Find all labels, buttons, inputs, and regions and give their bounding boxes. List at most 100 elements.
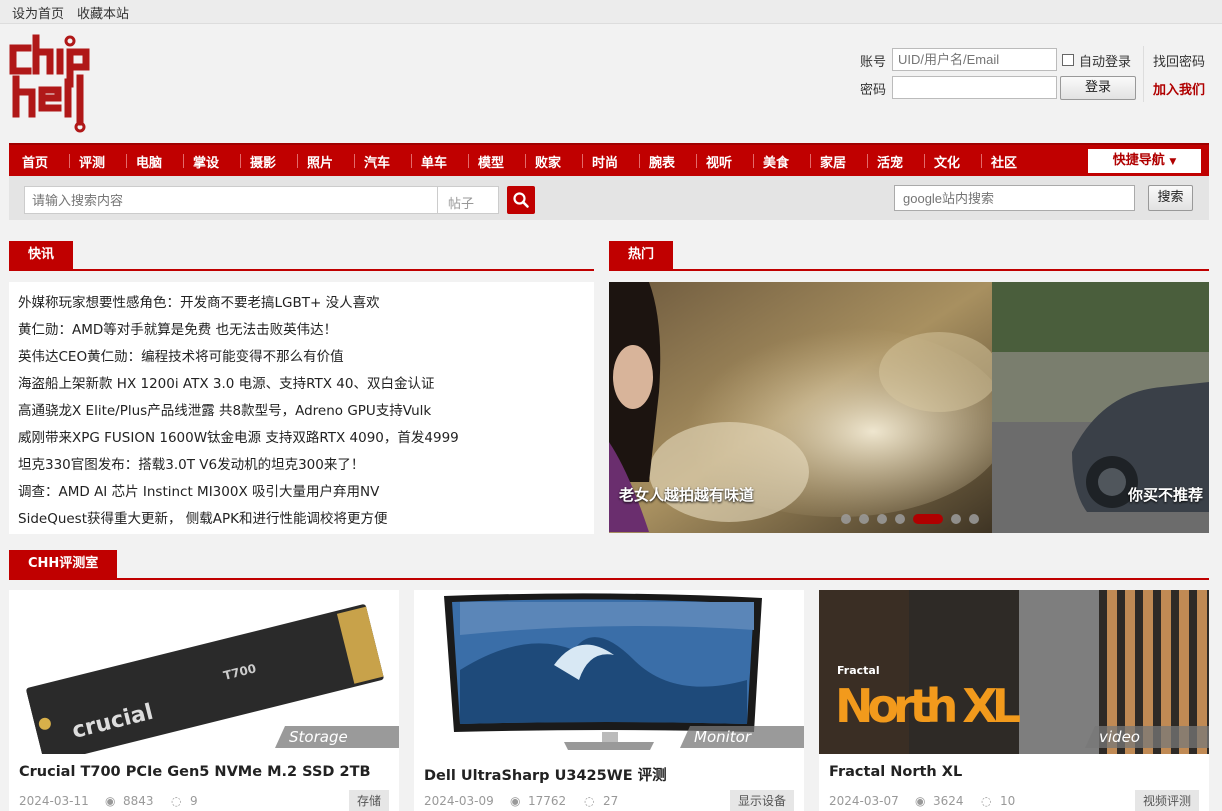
- quick-nav-button[interactable]: 快捷导航 ▼: [1088, 149, 1201, 173]
- news-item[interactable]: 外媒称玩家想要性感角色：开发商不要老搞LGBT+ 没人喜欢: [18, 291, 380, 311]
- google-search-button[interactable]: 搜索: [1148, 185, 1193, 211]
- nav-item[interactable]: 掌设: [193, 152, 219, 171]
- nav-item[interactable]: 腕表: [649, 152, 675, 171]
- site-logo[interactable]: [8, 34, 94, 134]
- review-card[interactable]: Fractal North XL video Fractal North XL …: [819, 590, 1209, 811]
- search-bar: 帖子 搜索: [9, 176, 1209, 220]
- nav-separator: [639, 154, 640, 168]
- news-item[interactable]: SideQuest获得重大更新， 侧载APK和进行性能调校将更方便: [18, 507, 388, 527]
- nav-item[interactable]: 家居: [820, 152, 846, 171]
- set-home-link[interactable]: 设为首页: [12, 3, 64, 22]
- card-title[interactable]: Dell UltraSharp U3425WE 评测: [424, 764, 667, 785]
- hot-header: 热门: [609, 241, 1209, 271]
- news-title: 快讯: [9, 241, 74, 269]
- slide-car[interactable]: 你买不推荐: [992, 282, 1209, 533]
- auto-login-label: 自动登录: [1079, 55, 1132, 70]
- card-views: 3624: [933, 794, 964, 808]
- card-category[interactable]: 存储: [348, 790, 389, 811]
- slider-dot[interactable]: [913, 514, 943, 524]
- review-card[interactable]: Monitor Dell UltraSharp U3425WE 评测 2024-…: [414, 590, 804, 811]
- hot-title: 热门: [609, 241, 674, 269]
- nav-separator: [867, 154, 868, 168]
- search-button[interactable]: [507, 186, 535, 214]
- join-link[interactable]: 加入我们: [1153, 79, 1205, 98]
- nav-item[interactable]: 照片: [307, 152, 333, 171]
- news-item[interactable]: 威刚带来XPG FUSION 1600W钛金电源 支持双路RTX 4090，首发…: [18, 426, 459, 446]
- login-button[interactable]: 登录: [1060, 76, 1136, 100]
- password-label: 密码: [860, 83, 887, 98]
- news-item[interactable]: 海盗船上架新款 HX 1200i ATX 3.0 电源、支持RTX 40、双白金…: [18, 372, 434, 392]
- slider-dot[interactable]: [877, 514, 887, 524]
- caret-down-icon: ▼: [1169, 157, 1177, 167]
- nav-item[interactable]: 时尚: [592, 152, 618, 171]
- card-views: 17762: [528, 794, 567, 808]
- nav-item[interactable]: 电脑: [136, 152, 162, 171]
- account-input[interactable]: [892, 48, 1057, 71]
- news-item[interactable]: 高通骁龙X Elite/Plus产品线泄露 共8款型号，Adreno GPU支持…: [18, 399, 431, 419]
- nav-separator: [981, 154, 982, 168]
- nav-item[interactable]: 败家: [535, 152, 561, 171]
- card-title[interactable]: Fractal North XL: [829, 764, 962, 780]
- google-search-input[interactable]: [894, 185, 1135, 211]
- nav-item[interactable]: 首页: [22, 152, 48, 171]
- comment-icon: ◌: [171, 794, 182, 808]
- nav-separator: [411, 154, 412, 168]
- card-tag: Monitor: [680, 726, 804, 748]
- nav-separator: [354, 154, 355, 168]
- card-image: crucial T700 Storage: [9, 590, 399, 754]
- account-label: 账号: [860, 55, 887, 70]
- news-list: 外媒称玩家想要性感角色：开发商不要老搞LGBT+ 没人喜欢 黄仁勋：AMD等对手就…: [9, 282, 594, 534]
- nav-item[interactable]: 单车: [421, 152, 447, 171]
- forgot-password-link[interactable]: 找回密码: [1153, 51, 1205, 70]
- slider-dot[interactable]: [859, 514, 869, 524]
- news-item[interactable]: 坦克330官图发布：搭载3.0T V6发动机的坦克300来了！: [18, 453, 364, 473]
- card-views: 8843: [123, 794, 154, 808]
- news-item[interactable]: 英伟达CEO黄仁勋：编程技术将可能变得不那么有价值: [18, 345, 344, 365]
- nav-separator: [297, 154, 298, 168]
- top-bar: 设为首页 收藏本站: [0, 0, 1222, 24]
- search-type-select[interactable]: 帖子: [437, 186, 499, 214]
- review-card[interactable]: crucial T700 Storage Crucial T700 PCIe G…: [9, 590, 399, 811]
- nav-separator: [924, 154, 925, 168]
- nav-item[interactable]: 视听: [706, 152, 732, 171]
- card-tag: video: [1085, 726, 1209, 748]
- auto-login-checkbox[interactable]: [1062, 54, 1074, 66]
- slide-portrait[interactable]: 老女人越拍越有味道: [609, 282, 992, 533]
- lab-title: CHH评测室: [9, 550, 118, 578]
- eye-icon: ◉: [105, 794, 116, 808]
- slider-dot[interactable]: [841, 514, 851, 524]
- nav-separator: [468, 154, 469, 168]
- nav-item[interactable]: 汽车: [364, 152, 390, 171]
- card-comments: 9: [190, 794, 198, 808]
- nav-separator: [69, 154, 70, 168]
- nav-item[interactable]: 文化: [934, 152, 960, 171]
- news-item[interactable]: 黄仁勋：AMD等对手就算是免费 也无法击败英伟达！: [18, 318, 337, 338]
- comment-icon: ◌: [584, 794, 595, 808]
- card-comments: 10: [1000, 794, 1016, 808]
- card-title[interactable]: Crucial T700 PCIe Gen5 NVMe M.2 SSD 2TB: [19, 764, 371, 780]
- card-category[interactable]: 显示设备: [729, 790, 794, 811]
- slider-dot[interactable]: [969, 514, 979, 524]
- card-category[interactable]: 视频评测: [1134, 790, 1199, 811]
- nav-item[interactable]: 社区: [991, 152, 1017, 171]
- nav-separator: [525, 154, 526, 168]
- nav-separator: [183, 154, 184, 168]
- slider-dot[interactable]: [951, 514, 961, 524]
- slider-dot[interactable]: [895, 514, 905, 524]
- news-item[interactable]: 调查：AMD AI 芯片 Instinct MI300X 吸引大量用户弃用NV: [18, 480, 379, 500]
- login-divider: [1143, 46, 1144, 102]
- news-header: 快讯: [9, 241, 594, 271]
- nav-item[interactable]: 活宠: [877, 152, 903, 171]
- card-image: Fractal North XL video: [819, 590, 1209, 754]
- bookmark-link[interactable]: 收藏本站: [77, 3, 129, 22]
- nav-item[interactable]: 评测: [79, 152, 105, 171]
- nav-item[interactable]: 美食: [763, 152, 789, 171]
- hot-slider[interactable]: 老女人越拍越有味道 你买不推荐: [609, 282, 1209, 533]
- nav-separator: [810, 154, 811, 168]
- nav-item[interactable]: 摄影: [250, 152, 276, 171]
- search-input[interactable]: [24, 186, 438, 214]
- nav-item[interactable]: 模型: [478, 152, 504, 171]
- password-input[interactable]: [892, 76, 1057, 99]
- card-image: Monitor: [414, 590, 804, 754]
- main-nav: 首页 评测 电脑 掌设 摄影 照片 汽车 单车 模型 败家 时尚 腕表 视听 美食 家居 活宠 文化 社区 快捷导航…: [9, 143, 1209, 176]
